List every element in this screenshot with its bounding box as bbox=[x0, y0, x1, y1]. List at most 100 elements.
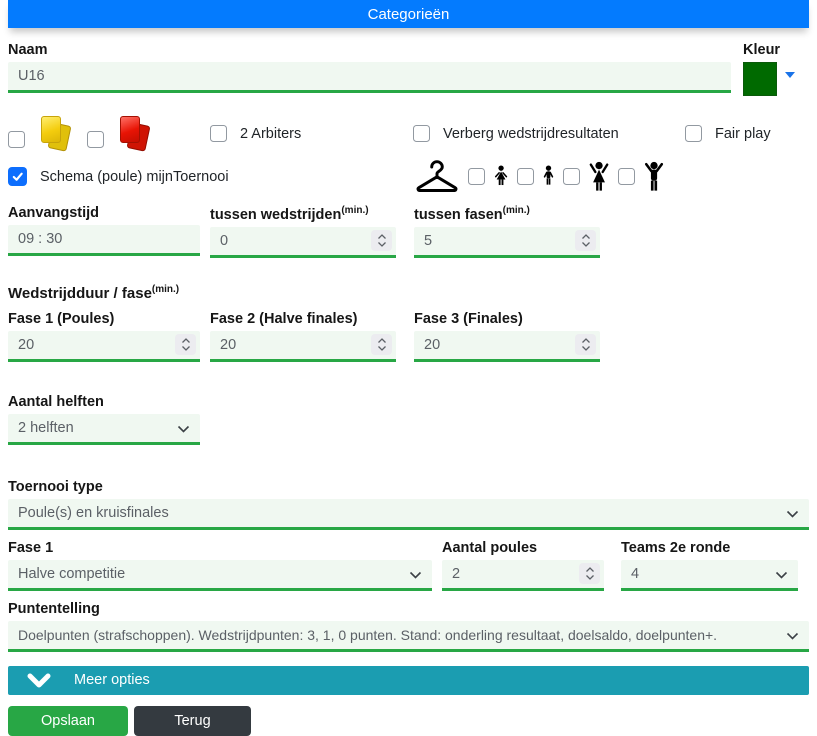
two-arbiters-checkbox[interactable] bbox=[210, 125, 227, 142]
girl-checkbox[interactable] bbox=[468, 167, 485, 185]
match-duration-heading: Wedstrijdduur / fase(min.) bbox=[8, 283, 180, 302]
number-spinner[interactable] bbox=[175, 333, 196, 355]
chevron-down-icon bbox=[27, 673, 51, 688]
color-field-wrap: Kleur bbox=[743, 42, 809, 96]
chevron-down-icon bbox=[177, 425, 190, 433]
boy-checkbox[interactable] bbox=[517, 167, 535, 185]
page-title: Categorieën bbox=[8, 0, 809, 28]
girl-icon bbox=[494, 165, 508, 186]
number-spinner[interactable] bbox=[579, 562, 600, 584]
spinner-down-icon bbox=[377, 241, 386, 247]
spinner-up-icon bbox=[581, 233, 590, 239]
scoring-field: Puntentelling Doelpunten (strafschoppen)… bbox=[8, 601, 809, 652]
yellow-cards-icon bbox=[38, 115, 74, 153]
pool-count-value: 2 bbox=[452, 565, 461, 582]
between-phases-input[interactable]: 5 bbox=[414, 226, 600, 258]
hanger-icon bbox=[416, 160, 458, 192]
tournament-type-field: Toernooi type Poule(s) en kruisfinales bbox=[8, 479, 809, 530]
fase1-duration-input[interactable]: 20 bbox=[8, 330, 200, 362]
between-matches-label: tussen wedstrijden(min.) bbox=[210, 205, 369, 223]
hide-results-checkbox[interactable] bbox=[413, 125, 430, 142]
start-time-input[interactable]: 09 : 30 bbox=[8, 225, 200, 256]
scoring-select[interactable]: Doelpunten (strafschoppen). Wedstrijdpun… bbox=[8, 620, 809, 652]
halves-label: Aantal helften bbox=[8, 393, 104, 410]
hide-results-label: Verberg wedstrijdresultaten bbox=[443, 125, 619, 142]
number-spinner[interactable] bbox=[371, 333, 392, 355]
halves-value: 2 helften bbox=[18, 419, 74, 436]
fase2-duration-input[interactable]: 20 bbox=[210, 330, 396, 362]
between-matches-input[interactable]: 0 bbox=[210, 226, 396, 258]
pool-count-field: Aantal poules 2 bbox=[442, 540, 604, 591]
chevron-down-icon bbox=[786, 632, 799, 640]
more-options-toggle[interactable]: Meer opties bbox=[8, 665, 809, 695]
name-label: Naam bbox=[8, 42, 48, 58]
phase1-value: Halve competitie bbox=[18, 565, 126, 582]
spinner-down-icon bbox=[581, 241, 590, 247]
woman-checkbox[interactable] bbox=[563, 167, 581, 185]
spinner-down-icon bbox=[585, 574, 594, 580]
chevron-down-icon bbox=[775, 571, 788, 579]
schema-label: Schema (poule) mijnToernooi bbox=[40, 168, 229, 185]
woman-icon bbox=[589, 161, 609, 191]
tournament-type-label: Toernooi type bbox=[8, 478, 103, 495]
between-matches-value: 0 bbox=[220, 232, 229, 249]
chevron-down-icon bbox=[786, 510, 799, 518]
phase1-field: Fase 1 Halve competitie bbox=[8, 540, 432, 591]
back-button[interactable]: Terug bbox=[134, 705, 251, 736]
between-phases-field: tussen fasen(min.) 5 bbox=[414, 205, 600, 258]
halves-select[interactable]: 2 helften bbox=[8, 413, 200, 445]
fase1-duration-field: Fase 1 (Poules) 20 bbox=[8, 311, 200, 362]
pool-count-label: Aantal poules bbox=[442, 539, 538, 556]
spinner-up-icon bbox=[581, 337, 590, 343]
pool-count-input[interactable]: 2 bbox=[442, 559, 604, 591]
halves-field: Aantal helften 2 helften bbox=[8, 394, 200, 445]
fase2-duration-label: Fase 2 (Halve finales) bbox=[210, 310, 358, 327]
fair-play-checkbox[interactable] bbox=[685, 125, 702, 142]
tournament-type-select[interactable]: Poule(s) en kruisfinales bbox=[8, 498, 809, 530]
between-phases-value: 5 bbox=[424, 232, 433, 249]
page-title-text: Categorieën bbox=[367, 5, 450, 23]
teams-round2-field: Teams 2e ronde 4 bbox=[621, 540, 798, 591]
two-arbiters-label: 2 Arbiters bbox=[240, 125, 302, 142]
fase3-duration-field: Fase 3 (Finales) 20 bbox=[414, 311, 600, 362]
red-card-checkbox[interactable] bbox=[87, 130, 104, 148]
number-spinner[interactable] bbox=[575, 333, 596, 355]
spinner-down-icon bbox=[581, 345, 590, 351]
category-form: Categorieën Naam U16 Kleur 2 Arbiters Ve… bbox=[0, 0, 817, 736]
fase3-duration-value: 20 bbox=[424, 336, 441, 353]
phase1-select[interactable]: Halve competitie bbox=[8, 559, 432, 591]
color-swatch[interactable] bbox=[743, 62, 777, 96]
color-label: Kleur bbox=[743, 42, 781, 58]
start-time-value: 09 : 30 bbox=[18, 231, 63, 247]
between-phases-label: tussen fasen(min.) bbox=[414, 205, 530, 223]
yellow-card-checkbox[interactable] bbox=[8, 130, 25, 148]
fase2-duration-field: Fase 2 (Halve finales) 20 bbox=[210, 311, 396, 362]
tournament-type-value: Poule(s) en kruisfinales bbox=[18, 504, 169, 521]
number-spinner[interactable] bbox=[575, 229, 596, 251]
spinner-up-icon bbox=[585, 566, 594, 572]
red-cards-icon bbox=[117, 115, 153, 153]
name-input-value: U16 bbox=[18, 68, 45, 84]
schema-checkbox[interactable] bbox=[8, 167, 27, 186]
teams-round2-select[interactable]: 4 bbox=[621, 559, 798, 591]
name-field-wrap: Naam U16 bbox=[8, 42, 731, 96]
scoring-label: Puntentelling bbox=[8, 600, 100, 617]
more-options-label: Meer opties bbox=[74, 672, 150, 689]
teams-round2-value: 4 bbox=[631, 565, 640, 582]
chevron-down-icon bbox=[409, 571, 422, 579]
start-time-field: Aanvangstijd 09 : 30 bbox=[8, 205, 200, 258]
scoring-value: Doelpunten (strafschoppen). Wedstrijdpun… bbox=[18, 626, 718, 643]
save-button[interactable]: Opslaan bbox=[8, 705, 128, 736]
between-matches-field: tussen wedstrijden(min.) 0 bbox=[210, 205, 396, 258]
man-checkbox[interactable] bbox=[618, 167, 636, 185]
fase3-duration-input[interactable]: 20 bbox=[414, 330, 600, 362]
phase1-label: Fase 1 bbox=[8, 539, 54, 556]
boy-icon bbox=[543, 165, 554, 185]
name-input[interactable]: U16 bbox=[8, 62, 731, 93]
color-dropdown-arrow-icon[interactable] bbox=[785, 72, 795, 78]
teams-round2-label: Teams 2e ronde bbox=[621, 539, 731, 556]
spinner-up-icon bbox=[377, 233, 386, 239]
number-spinner[interactable] bbox=[371, 229, 392, 251]
spinner-up-icon bbox=[181, 337, 190, 343]
fase3-duration-label: Fase 3 (Finales) bbox=[414, 310, 523, 327]
